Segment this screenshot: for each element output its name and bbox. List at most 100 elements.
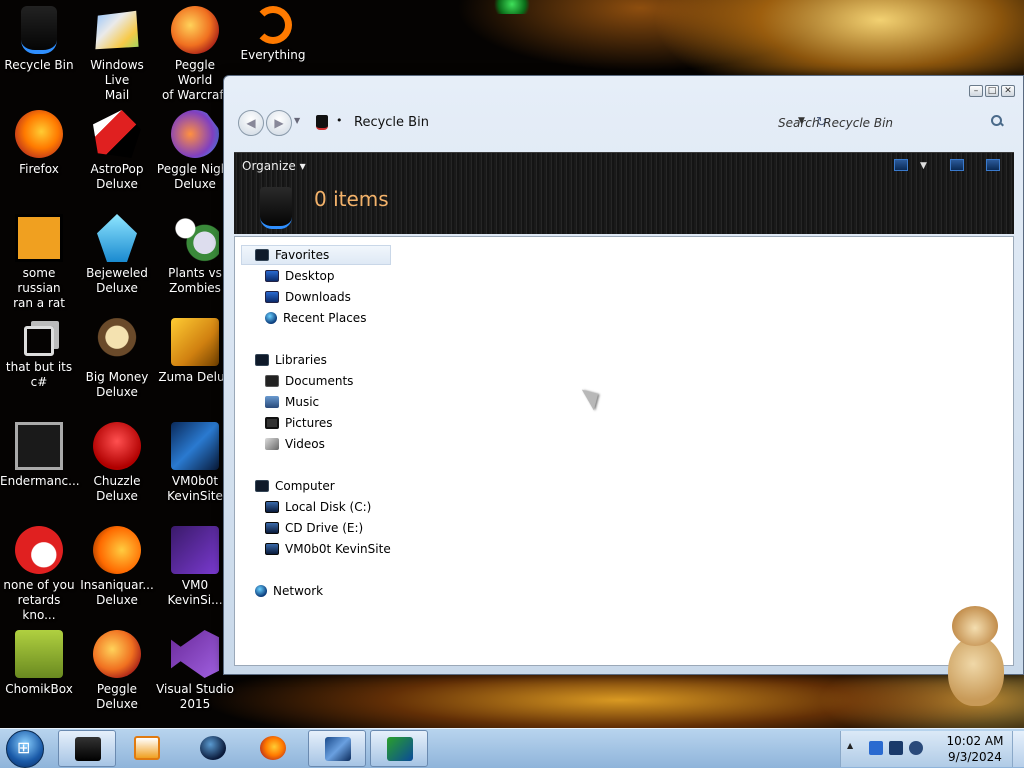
desktop-icon-label: Insaniquar... Deluxe [80, 578, 154, 607]
mail-icon [95, 10, 139, 50]
network-icon [255, 585, 267, 597]
firefox-icon [260, 736, 286, 760]
taskbar-browser[interactable] [184, 730, 242, 767]
visual-studio-icon [171, 630, 219, 678]
explorer-window[interactable]: – □ ✕ ◀ ▶ ▼ • Recycle Bin ▼ ↻ Organize ▾… [223, 75, 1024, 675]
desktop-icon-that-but-csharp[interactable]: that but its c# [0, 312, 78, 390]
desktop-icon-endermanch[interactable]: Endermanc... [0, 416, 80, 489]
breadcrumb-separator[interactable]: • [336, 114, 343, 127]
clock-date: 9/3/2024 [948, 750, 1002, 764]
desktop-icon [265, 270, 279, 282]
search-icon[interactable] [990, 114, 1004, 128]
arrow-right-icon: ▶ [274, 116, 284, 130]
desktop-icon-label: Peggle Deluxe [96, 682, 138, 711]
close-button[interactable]: ✕ [1001, 85, 1015, 97]
forward-button[interactable]: ▶ [266, 110, 292, 136]
desktop-icon-recycle-bin[interactable]: Recycle Bin [0, 0, 78, 73]
app-icon [15, 526, 63, 574]
desktop-icon-label: Recycle Bin [4, 58, 74, 72]
show-desktop-button[interactable] [1012, 731, 1024, 767]
desktop-icon-astropop[interactable]: AstroPop Deluxe [78, 104, 156, 192]
desktop-icon-chomikbox[interactable]: ChomikBox [0, 624, 78, 697]
mouse-cursor-icon [581, 383, 605, 411]
desktop-icon-label: that but its c# [5, 360, 73, 389]
nav-label: Desktop [285, 269, 335, 283]
back-button[interactable]: ◀ [238, 110, 264, 136]
peggle-icon [93, 630, 141, 678]
desktop-icon-some-russian[interactable]: some russian ran a rat [0, 208, 78, 311]
desktop-icon-firefox[interactable]: Firefox [0, 104, 78, 177]
hamster-desktop-pet[interactable] [940, 606, 1006, 706]
change-view-icon[interactable] [894, 159, 908, 171]
nav-desktop[interactable]: Desktop [265, 266, 335, 286]
desktop-icon-everything[interactable]: Everything [234, 0, 312, 63]
wallpaper-glow [492, 0, 532, 14]
help-icon[interactable] [986, 159, 1000, 171]
nav-label: Network [273, 584, 324, 598]
desktop-icon-label: Firefox [19, 162, 59, 176]
desktop-icon-insaniquarium[interactable]: Insaniquar... Deluxe [78, 520, 156, 608]
nav-label: Local Disk (C:) [285, 500, 372, 514]
taskbar-explorer[interactable] [58, 730, 116, 767]
search-input[interactable] [778, 112, 978, 134]
nav-local-disk[interactable]: Local Disk (C:) [265, 497, 371, 517]
insaniquarium-icon [93, 526, 141, 574]
nav-label: VM0b0t KevinSite [285, 542, 391, 556]
recycle-bin-icon [21, 6, 57, 54]
files-icon [24, 326, 54, 356]
nav-libraries[interactable]: Libraries [255, 350, 327, 370]
zuma-icon [171, 318, 219, 366]
recent-pages-button[interactable]: ▼ [294, 116, 300, 125]
nav-vm-drive[interactable]: VM0b0t KevinSite [265, 539, 391, 559]
organize-button[interactable]: Organize ▾ [242, 159, 306, 173]
computer-icon [255, 480, 269, 492]
nav-videos[interactable]: Videos [265, 434, 325, 454]
recycle-bin-large-icon [260, 187, 292, 229]
desktop-icon-bejeweled[interactable]: Bejeweled Deluxe [78, 208, 156, 296]
content-area[interactable]: Favorites Desktop Downloads Recent Place… [234, 236, 1014, 666]
recent-places-icon [265, 312, 277, 324]
nav-downloads[interactable]: Downloads [265, 287, 351, 307]
nav-label: Recent Places [283, 311, 367, 325]
desktop-icon-label: Big Money Deluxe [85, 370, 149, 399]
nav-favorites[interactable]: Favorites [241, 245, 391, 265]
taskbar-virtualbox[interactable] [308, 730, 366, 767]
network-tray-icon[interactable] [889, 741, 903, 755]
hard-disk-icon [265, 501, 279, 513]
desktop-icon-label: Bejeweled Deluxe [86, 266, 148, 295]
nav-label: CD Drive (E:) [285, 521, 364, 535]
desktop-icon-peggle-deluxe[interactable]: Peggle Deluxe [78, 624, 156, 712]
start-button[interactable] [6, 730, 44, 768]
address-field[interactable]: • Recycle Bin ▼ ↻ [308, 110, 827, 136]
taskbar-firefox[interactable] [244, 730, 302, 767]
nav-label: Videos [285, 437, 325, 451]
tray-expand-icon[interactable]: ▲ [847, 741, 853, 750]
clock[interactable]: 10:02 AM 9/3/2024 [937, 733, 1013, 765]
nav-cd-drive[interactable]: CD Drive (E:) [265, 518, 363, 538]
desktop-icon-big-money[interactable]: Big Money Deluxe [78, 312, 156, 400]
breadcrumb-location[interactable]: Recycle Bin [354, 115, 429, 130]
nav-recent-places[interactable]: Recent Places [265, 308, 366, 328]
nav-music[interactable]: Music [265, 392, 319, 412]
search-box[interactable] [774, 110, 1010, 136]
desktop-icon-none-of-you[interactable]: none of you retards kno... [0, 520, 78, 623]
desktop-icon-windows-live-mail[interactable]: Windows Live Mail [78, 0, 156, 103]
maximize-button[interactable]: □ [985, 85, 999, 97]
volume-icon[interactable] [909, 741, 923, 755]
nav-pictures[interactable]: Pictures [265, 413, 333, 433]
folder-icon [75, 737, 101, 761]
nav-computer[interactable]: Computer [255, 476, 335, 496]
taskbar-download-manager[interactable] [370, 730, 428, 767]
nav-network[interactable]: Network [255, 581, 323, 601]
desktop-icon-label: Windows Live Mail [90, 58, 144, 102]
view-dropdown-button[interactable]: ▼ [920, 161, 927, 171]
desktop-icon-chuzzle[interactable]: Chuzzle Deluxe [78, 416, 156, 504]
peggle-icon [171, 6, 219, 54]
star-icon [255, 249, 269, 261]
minimize-button[interactable]: – [969, 85, 983, 97]
nav-documents[interactable]: Documents [265, 371, 353, 391]
preview-pane-icon[interactable] [950, 159, 964, 171]
nav-label: Libraries [275, 353, 327, 367]
action-center-icon[interactable] [869, 741, 883, 755]
taskbar-media-player[interactable] [118, 730, 176, 767]
